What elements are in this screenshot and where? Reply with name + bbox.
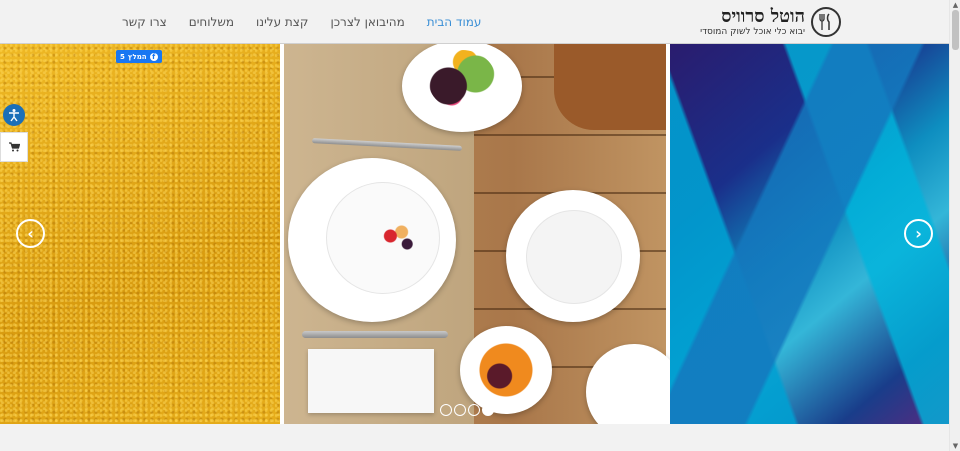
page: עמוד הבית מהיבואן לצרכן קצת עלינו משלוחי… — [0, 0, 949, 451]
slider-prev-button[interactable]: ‹ — [16, 219, 45, 248]
slider-dot-2[interactable] — [454, 404, 466, 416]
facebook-icon: f — [149, 52, 158, 61]
hero-slider: ‹ › — [0, 44, 949, 424]
napkin — [308, 349, 434, 413]
salad-bowl — [402, 44, 522, 132]
accessibility-button[interactable] — [3, 104, 25, 126]
scroll-down-icon[interactable]: ▼ — [950, 441, 960, 451]
facebook-recommend-button[interactable]: f המלץ 5 — [116, 50, 162, 63]
site-logo[interactable]: הוטל סרוויס יבוא כלי אוכל לשוק המוסדי — [700, 4, 841, 40]
slider-dot-4[interactable] — [482, 404, 494, 416]
facebook-recommend-count: 5 — [120, 52, 125, 61]
slider-dot-1[interactable] — [440, 404, 452, 416]
scroll-thumb[interactable] — [952, 10, 959, 50]
scroll-up-icon[interactable]: ▲ — [950, 0, 960, 10]
cart-icon — [8, 142, 20, 152]
wooden-board — [554, 44, 666, 130]
vegetable-bowl — [460, 326, 552, 414]
slide-table-setting — [284, 44, 682, 424]
cart-button[interactable] — [0, 132, 28, 162]
content-area — [0, 424, 949, 451]
accessibility-icon — [9, 109, 19, 122]
chevron-left-icon: ‹ — [27, 224, 34, 243]
facebook-recommend-label: המלץ — [127, 52, 147, 61]
nav-contact[interactable]: צרו קשר — [122, 15, 167, 29]
slider-next-button[interactable]: › — [904, 219, 933, 248]
chevron-right-icon: › — [915, 224, 922, 243]
nav-about[interactable]: קצת עלינו — [256, 15, 308, 29]
knife — [302, 331, 448, 338]
logo-subtitle: יבוא כלי אוכל לשוק המוסדי — [700, 26, 805, 37]
stacked-plates — [586, 344, 682, 424]
white-bowl — [506, 190, 640, 322]
dinner-plate — [288, 158, 456, 322]
fork-knife-icon — [811, 7, 841, 37]
slider-dots — [440, 404, 496, 416]
page-scrollbar[interactable]: ▲ ▼ — [949, 0, 960, 451]
site-header: עמוד הבית מהיבואן לצרכן קצת עלינו משלוחי… — [0, 0, 949, 44]
nav-home[interactable]: עמוד הבית — [427, 15, 482, 29]
logo-title: הוטל סרוויס — [721, 5, 805, 27]
nav-importer-to-consumer[interactable]: מהיבואן לצרכן — [330, 15, 404, 29]
main-nav: עמוד הבית מהיבואן לצרכן קצת עלינו משלוחי… — [100, 0, 481, 44]
slider-dot-3[interactable] — [468, 404, 480, 416]
nav-shipping[interactable]: משלוחים — [189, 15, 234, 29]
